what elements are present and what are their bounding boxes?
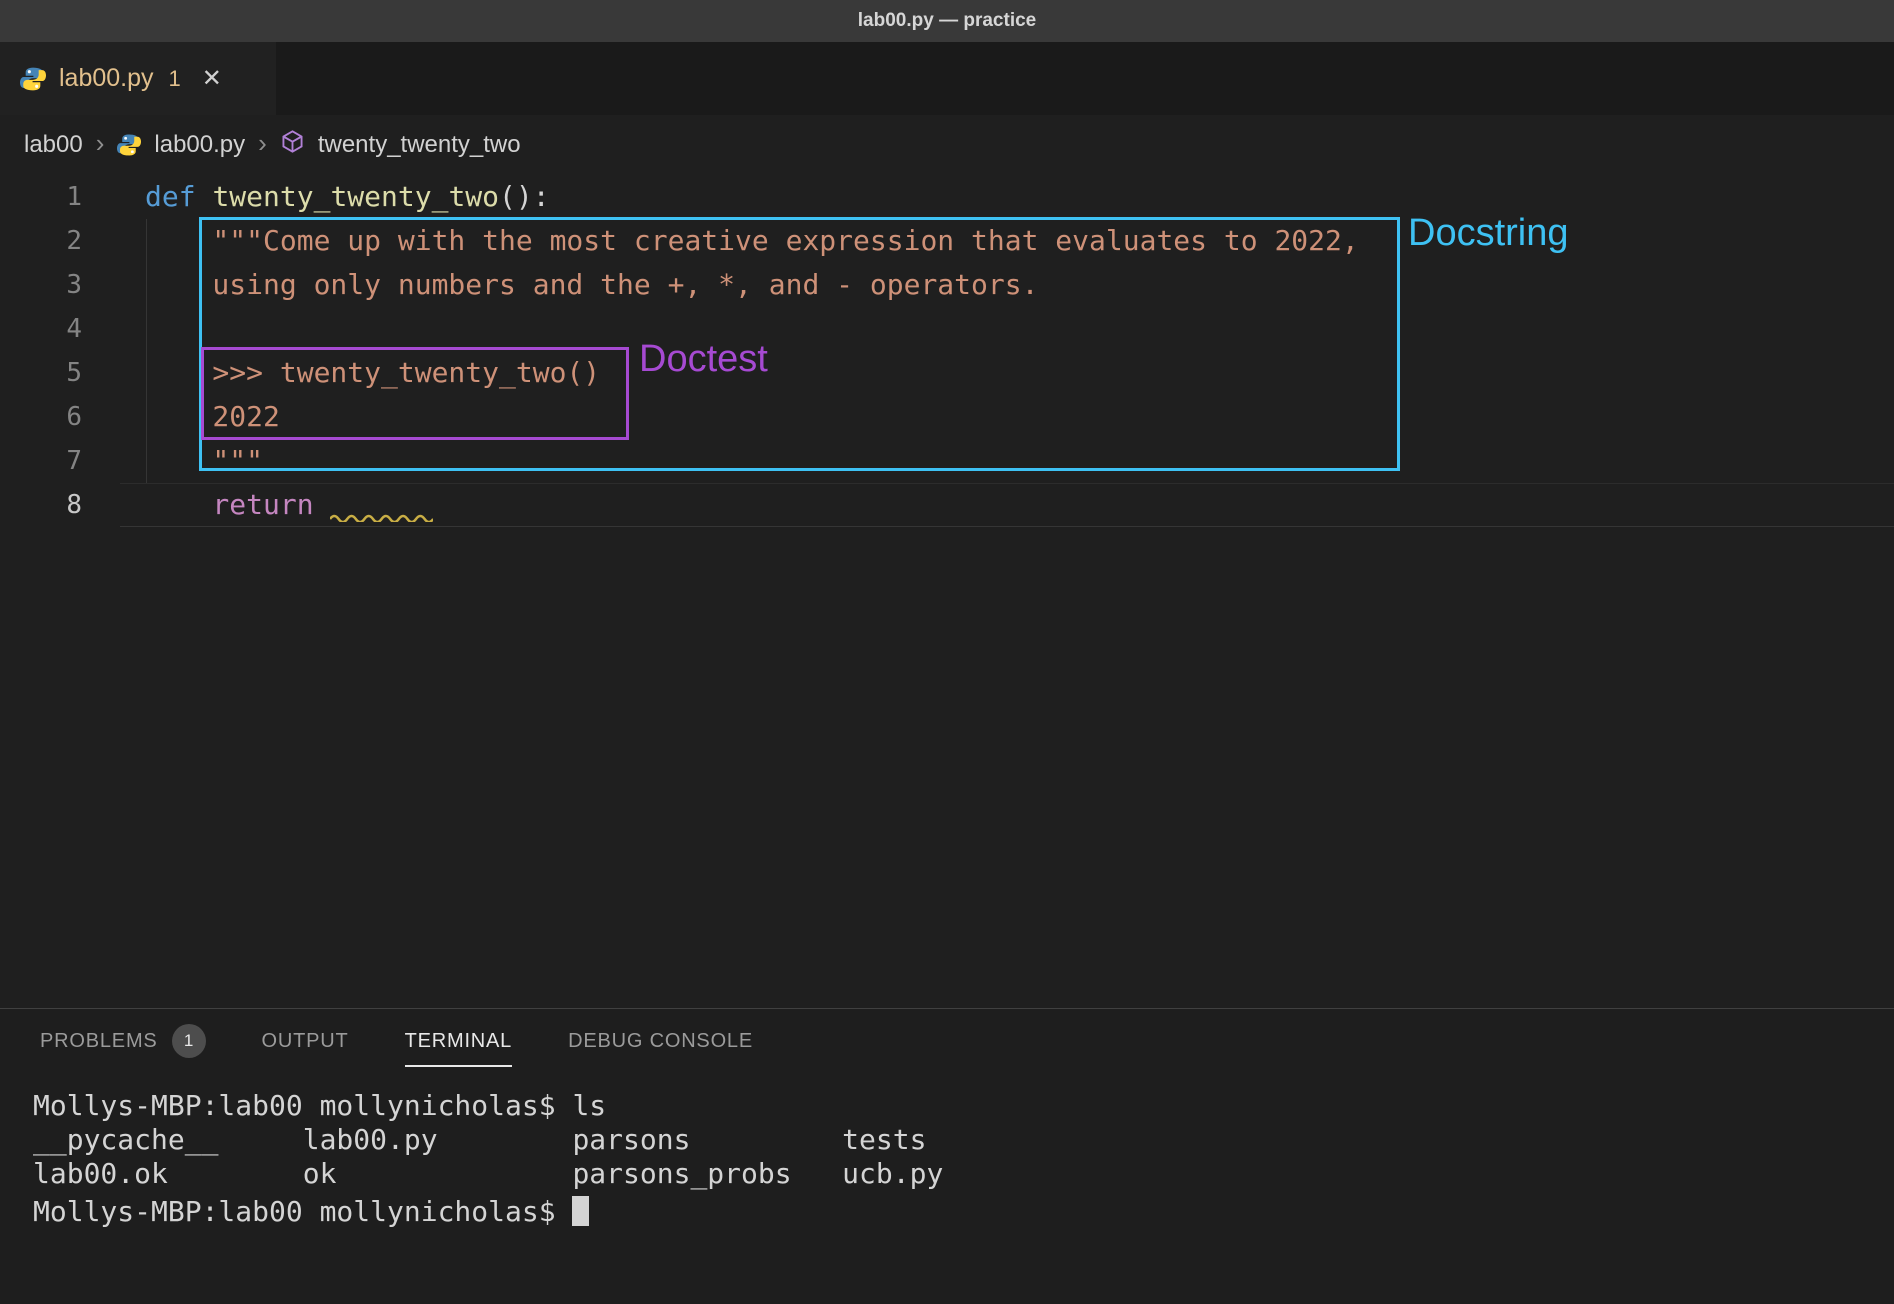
code-token: using only numbers and the +, *, and - o…: [145, 268, 1038, 301]
line-number: 1: [0, 175, 82, 219]
terminal-line: Mollys-MBP:lab00 mollynicholas$ ls: [33, 1089, 1894, 1123]
bottom-panel: PROBLEMS 1 OUTPUT TERMINAL DEBUG CONSOLE…: [0, 1008, 1894, 1304]
code-token: >>> twenty_twenty_two(): [145, 356, 600, 389]
tab-label: lab00.py: [59, 64, 154, 93]
line-number: 4: [0, 307, 82, 351]
terminal-cursor: [572, 1196, 589, 1226]
breadcrumb-file[interactable]: lab00.py: [154, 131, 245, 159]
chevron-right-icon: ›: [258, 128, 267, 159]
code-line[interactable]: 7 """: [0, 439, 1894, 483]
line-number: 6: [0, 395, 82, 439]
panel-tab-label: TERMINAL: [405, 1030, 513, 1053]
code-line[interactable]: 6 2022: [0, 395, 1894, 439]
code-editor[interactable]: 1 def twenty_twenty_two(): 2 """Come up …: [0, 175, 1894, 527]
window-title: lab00.py — practice: [858, 10, 1036, 32]
editor-tab-bar: lab00.py 1 ✕: [0, 42, 1894, 115]
symbol-cube-icon: [280, 129, 305, 161]
panel-tab-label: OUTPUT: [262, 1030, 349, 1053]
code-line[interactable]: 3 using only numbers and the +, *, and -…: [0, 263, 1894, 307]
terminal-prompt-line: Mollys-MBP:lab00 mollynicholas$: [33, 1191, 1894, 1229]
line-number: 5: [0, 351, 82, 395]
title-bar: lab00.py — practice: [0, 0, 1894, 42]
line-number: 7: [0, 439, 82, 483]
code-token: 2022: [145, 400, 280, 433]
panel-tab-bar: PROBLEMS 1 OUTPUT TERMINAL DEBUG CONSOLE: [0, 1009, 1894, 1073]
code-token: def: [145, 180, 212, 213]
close-icon[interactable]: ✕: [202, 64, 222, 93]
code-line[interactable]: 5 >>> twenty_twenty_two(): [0, 351, 1894, 395]
chevron-right-icon: ›: [96, 128, 105, 159]
tab-debug-console[interactable]: DEBUG CONSOLE: [568, 1009, 753, 1073]
code-line[interactable]: 4: [0, 307, 1894, 351]
tab-lab00-py[interactable]: lab00.py 1 ✕: [0, 42, 276, 115]
error-squiggle-icon: [330, 512, 433, 522]
line-number: 8: [0, 483, 82, 527]
tab-problems[interactable]: PROBLEMS 1: [40, 1009, 206, 1073]
breadcrumb-symbol[interactable]: twenty_twenty_two: [318, 131, 521, 159]
code-token: return: [145, 488, 330, 521]
breadcrumb-folder[interactable]: lab00: [24, 131, 83, 159]
tab-terminal[interactable]: TERMINAL: [405, 1009, 513, 1073]
vscode-window: lab00.py — practice lab00.py 1 ✕ lab00 ›: [0, 0, 1894, 1304]
code-token: twenty_twenty_two: [212, 180, 499, 213]
terminal-prompt: Mollys-MBP:lab00 mollynicholas$: [33, 1195, 572, 1228]
python-file-icon: [117, 133, 141, 157]
code-token: """: [145, 444, 263, 477]
problems-count-badge: 1: [172, 1024, 206, 1058]
python-file-icon: [20, 66, 46, 92]
breadcrumb: lab00 › lab00.py › twenty_twenty_two: [0, 115, 1894, 175]
panel-tab-label: PROBLEMS: [40, 1030, 158, 1053]
code-line[interactable]: 8 return: [0, 483, 1894, 527]
line-number: 3: [0, 263, 82, 307]
terminal[interactable]: Mollys-MBP:lab00 mollynicholas$ ls __pyc…: [0, 1073, 1894, 1229]
tab-problems-count: 1: [169, 66, 181, 92]
tab-output[interactable]: OUTPUT: [262, 1009, 349, 1073]
line-number: 2: [0, 219, 82, 263]
code-line[interactable]: 1 def twenty_twenty_two():: [0, 175, 1894, 219]
terminal-line: lab00.ok ok parsons_probs ucb.py: [33, 1157, 1894, 1191]
terminal-line: __pycache__ lab00.py parsons tests: [33, 1123, 1894, 1157]
code-line[interactable]: 2 """Come up with the most creative expr…: [0, 219, 1894, 263]
code-token: ():: [499, 180, 550, 213]
panel-tab-label: DEBUG CONSOLE: [568, 1030, 753, 1053]
code-token: """Come up with the most creative expres…: [145, 224, 1359, 257]
